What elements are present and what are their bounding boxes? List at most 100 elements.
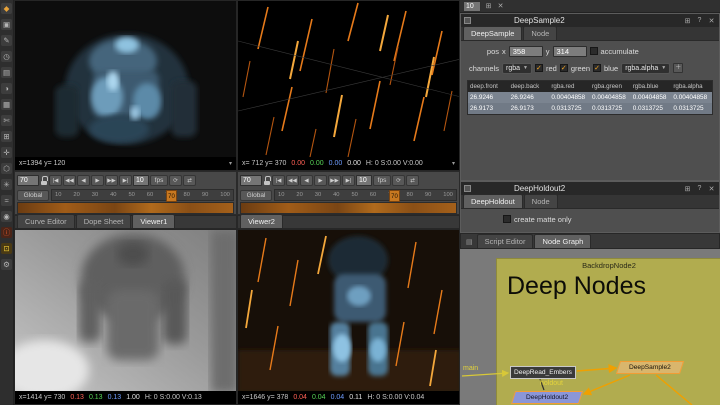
bounce-mode-button[interactable]: ⇄ [183,175,196,186]
channels-dropdown[interactable]: rgba▼ [502,63,532,74]
chevron-down-icon[interactable]: ▾ [452,160,455,167]
tab-viewer2[interactable]: Viewer2 [240,214,283,228]
node-deepsample2[interactable]: DeepSample2 [616,361,684,374]
image-icon[interactable]: ▣ [1,19,12,30]
fps-dropdown[interactable]: fps [373,175,391,186]
backdrop-node[interactable]: BackdropNode2 Deep Nodes [496,258,720,405]
viewer-image-depth[interactable] [15,230,237,393]
node-graph-canvas[interactable]: BackdropNode2 Deep Nodes [460,249,720,405]
time-icon[interactable]: ◷ [1,51,12,62]
frame-step-field[interactable]: 10 [356,175,372,186]
pin-all-icon[interactable]: ⊞ [484,2,493,10]
deep-sample-table[interactable]: deep.front deep.back rgba.red rgba.green… [467,80,713,115]
deep-icon[interactable]: ≈ [1,195,12,206]
play-forward-fast-button[interactable]: ▶▶ [105,175,118,186]
tab-node[interactable]: Node [523,26,557,40]
tab-viewer1[interactable]: Viewer1 [132,214,175,228]
float-window-icon[interactable]: ⊞ [683,185,692,193]
toolsets-icon[interactable]: ⊡ [1,243,12,254]
viewer-image-embers[interactable] [238,1,460,159]
lock-icon[interactable] [40,176,48,185]
tab-deepholdout[interactable]: DeepHoldout [463,194,523,208]
draw-icon[interactable]: ✎ [1,35,12,46]
accumulate-checkbox[interactable] [590,47,598,55]
play-backward-fast-button[interactable]: ◀◀ [63,175,76,186]
step-back-button[interactable]: ◀ [300,175,313,186]
channel-icon[interactable]: ▤ [1,67,12,78]
tab-dope-sheet[interactable]: Dope Sheet [76,214,132,228]
create-matte-checkbox[interactable] [503,215,511,223]
table-row[interactable]: 26.9173 26.9173 0.0313725 0.0313725 0.03… [468,103,712,114]
pos-x-field[interactable]: 358 [509,46,543,57]
red-checkbox[interactable] [535,64,543,72]
bounce-mode-button[interactable]: ⇄ [406,175,419,186]
tab-node-graph[interactable]: Node Graph [534,234,591,248]
current-frame-field[interactable]: 70 [17,175,39,186]
cached-range-strip[interactable] [17,202,234,214]
goto-start-button[interactable]: |◀ [49,175,62,186]
tab-deepsample[interactable]: DeepSample [463,26,522,40]
filter-icon[interactable]: ▦ [1,99,12,110]
color-icon[interactable]: ◑ [1,83,12,94]
nuke-logo-icon[interactable]: ◆ [1,3,12,14]
goto-end-button[interactable]: ▶| [119,175,132,186]
table-row[interactable]: 26.9246 26.9246 0.00404858 0.00404858 0.… [468,92,712,103]
loop-mode-button[interactable]: ⟳ [169,175,182,186]
fps-dropdown[interactable]: fps [150,175,168,186]
goto-start-button[interactable]: |◀ [272,175,285,186]
lock-icon[interactable] [263,176,271,185]
close-icon[interactable]: ✕ [707,185,716,193]
frame-range-dropdown[interactable]: Global [240,190,272,201]
window-title: DeepHoldout2 [514,184,680,193]
viewer-pane-bottom-mid[interactable]: x=1646 y= 378 0.04 0.04 0.04 0.11 H: 0 S… [237,229,460,405]
play-forward-fast-button[interactable]: ▶▶ [328,175,341,186]
keyer-icon[interactable]: ✄ [1,115,12,126]
play-button[interactable]: ▶ [91,175,104,186]
viewer-pane-top-left[interactable]: x=1394 y= 120 ▾ [14,0,237,171]
viewer-image-robot-torso[interactable] [15,1,237,159]
playhead-marker[interactable]: 70 [389,190,400,202]
timeline-ruler[interactable]: 10 20 30 40 50 60 70 80 90 100 70 [51,189,234,201]
max-panels-field[interactable]: 10 [463,1,481,12]
metadata-icon[interactable]: ⓘ [1,227,12,238]
blue-checkbox[interactable] [593,64,601,72]
help-icon[interactable]: ? [695,185,704,192]
help-icon[interactable]: ? [695,17,704,24]
particles-icon[interactable]: ✳ [1,179,12,190]
other-icon[interactable]: ⚙ [1,259,12,270]
play-button[interactable]: ▶ [314,175,327,186]
views-icon[interactable]: ◉ [1,211,12,222]
close-icon[interactable]: ✕ [707,17,716,25]
pane-menu-icon[interactable]: ▤ [463,238,476,248]
cached-range-strip[interactable] [240,202,457,214]
step-back-button[interactable]: ◀ [77,175,90,186]
pos-y-field[interactable]: 314 [553,46,587,57]
node-deepread-embers[interactable]: DeepRead_Embers [510,366,576,379]
viewer-pane-bottom-left[interactable]: x=1414 y= 730 0.13 0.13 0.13 1.00 H: 0 S… [14,229,237,405]
frame-step-field[interactable]: 10 [133,175,149,186]
timeline-ruler[interactable]: 10 20 30 40 50 60 70 80 90 100 70 [274,189,457,201]
chevron-down-icon[interactable]: ▾ [229,160,232,167]
node-color-chip[interactable] [464,17,471,24]
loop-mode-button[interactable]: ⟳ [392,175,405,186]
viewer-pane-top-mid[interactable]: x= 712 y= 370 0.00 0.00 0.00 0.00 H: 0 S… [237,0,460,171]
goto-end-button[interactable]: ▶| [342,175,355,186]
alpha-channel-dropdown[interactable]: rgba.alpha▼ [621,63,670,74]
float-window-icon[interactable]: ⊞ [683,17,692,25]
viewer-image-composite[interactable] [238,230,460,393]
node-color-chip[interactable] [464,185,471,192]
green-checkbox[interactable] [560,64,568,72]
playhead-marker[interactable]: 70 [166,190,177,202]
node-deepholdout2[interactable]: DeepHoldout2 [511,391,583,404]
tab-curve-editor[interactable]: Curve Editor [17,214,75,228]
close-all-icon[interactable]: ✕ [496,2,505,10]
merge-icon[interactable]: ⊞ [1,131,12,142]
tab-script-editor[interactable]: Script Editor [477,234,534,248]
transform-icon[interactable]: ✛ [1,147,12,158]
play-backward-fast-button[interactable]: ◀◀ [286,175,299,186]
tab-node[interactable]: Node [524,194,558,208]
channel-add-button[interactable]: ＋ [673,63,683,73]
frame-range-dropdown[interactable]: Global [17,190,49,201]
3d-icon[interactable]: ⬡ [1,163,12,174]
current-frame-field[interactable]: 70 [240,175,262,186]
